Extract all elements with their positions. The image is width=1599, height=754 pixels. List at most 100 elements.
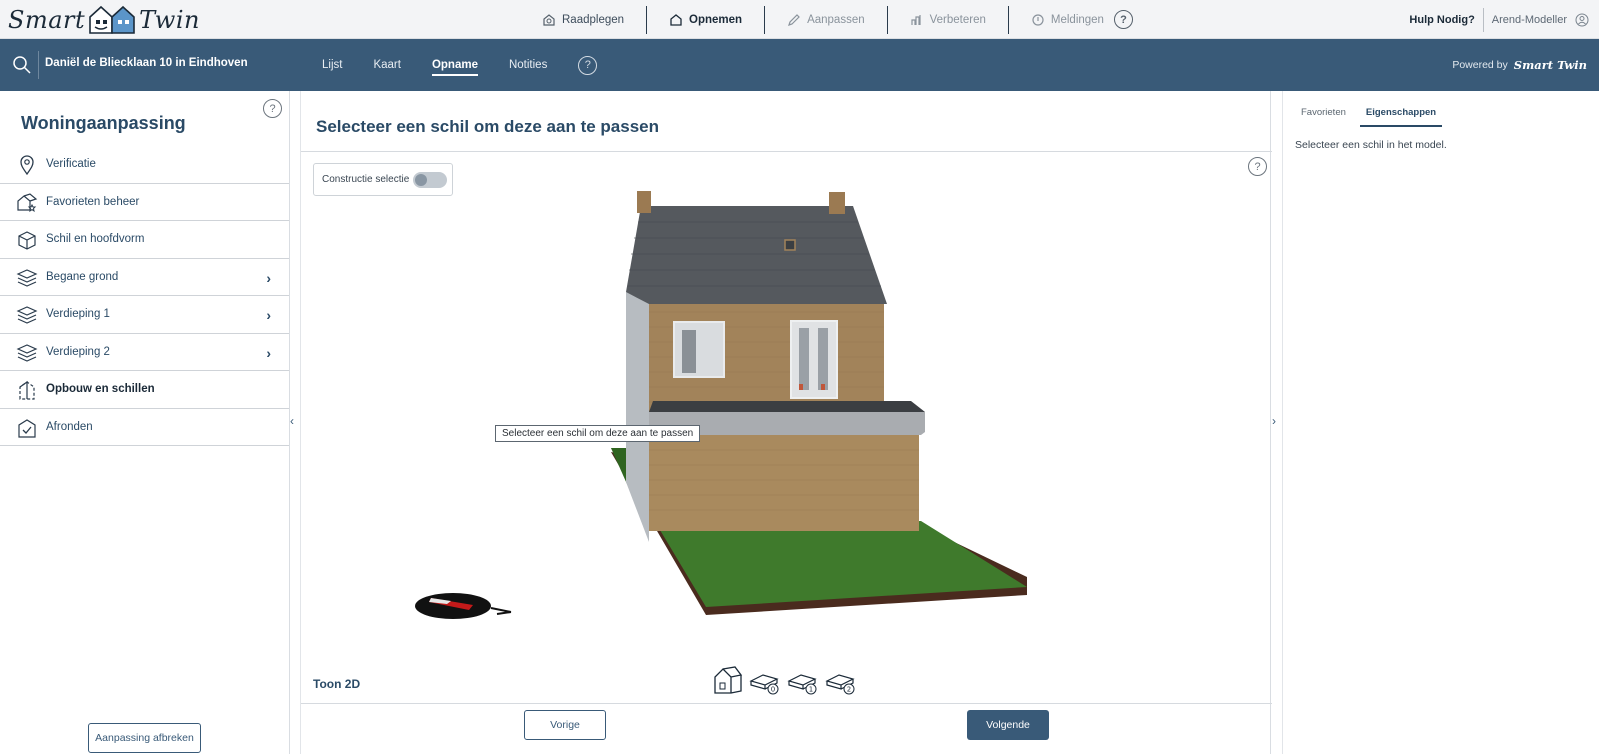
location-pin-icon	[20, 155, 34, 176]
powered-by-label: Powered by	[1452, 59, 1508, 71]
chimney-right	[829, 192, 845, 214]
user-name: Arend-Modeller	[1491, 13, 1567, 26]
step-label: Afronden	[46, 420, 93, 433]
step-begane-grond[interactable]: Begane grond ›	[0, 259, 289, 296]
step-label: Verdieping 2	[46, 345, 110, 358]
abort-button[interactable]: Aanpassing afbreken	[88, 723, 201, 753]
extension-wall	[649, 435, 919, 531]
step-opbouw-en-schillen[interactable]: Opbouw en schillen	[0, 371, 289, 409]
roof	[626, 206, 887, 304]
tab-eigenschappen[interactable]: Eigenschappen	[1359, 105, 1443, 127]
step-verdieping-2[interactable]: Verdieping 2 ›	[0, 334, 289, 371]
properties-tabs: Favorieten Eigenschappen	[1295, 105, 1450, 127]
improve-icon	[911, 14, 921, 25]
tab-kaart[interactable]: Kaart	[373, 59, 401, 71]
floor-0-button[interactable]: 0	[747, 663, 785, 697]
cube-icon	[18, 231, 36, 250]
floor-2-button[interactable]: 2	[823, 663, 861, 697]
step-label: Favorieten beheer	[46, 195, 140, 208]
help-link[interactable]: Hulp Nodig?	[1409, 7, 1484, 32]
3d-viewer[interactable]	[301, 152, 1272, 712]
main-content: Selecteer een schil om deze aan te passe…	[300, 91, 1272, 754]
divider	[301, 703, 1272, 704]
house-side-wall	[626, 292, 649, 542]
tabs-help-icon[interactable]: ?	[578, 55, 598, 75]
panel-title: Woningaanpassing	[21, 113, 186, 133]
chevron-right-icon[interactable]: ›	[266, 307, 271, 323]
window-left	[673, 321, 725, 378]
nav-label: Aanpassen	[807, 13, 865, 26]
house-build-icon	[19, 380, 35, 400]
extension-roof	[649, 401, 925, 412]
right-panel: Favorieten Eigenschappen Selecteer een s…	[1282, 91, 1599, 754]
view-tabs: Lijst Kaart Opname Notities ?	[322, 39, 598, 91]
properties-hint: Selecteer een schil in het model.	[1295, 139, 1447, 151]
construction-toggle[interactable]	[413, 171, 448, 188]
tab-lijst[interactable]: Lijst	[322, 59, 342, 71]
floor-all-button[interactable]	[709, 663, 747, 697]
floor-selector: 0 1 2	[709, 663, 861, 697]
main-nav: Raadplegen Opnemen Aanpassen Verbeteren …	[520, 0, 1141, 39]
chevron-right-icon[interactable]: ›	[266, 270, 271, 286]
compass-icon[interactable]	[415, 593, 512, 619]
layers-icon	[16, 306, 38, 324]
nav-raadplegen[interactable]: Raadplegen	[520, 5, 648, 34]
logo-house-icon	[89, 5, 135, 34]
previous-button[interactable]: Vorige	[524, 710, 606, 740]
collapse-left-icon[interactable]: ‹	[290, 414, 294, 428]
tab-opname[interactable]: Opname	[431, 59, 478, 76]
step-verdieping-1[interactable]: Verdieping 1 ›	[0, 296, 289, 334]
search-house-icon	[543, 13, 555, 26]
step-schil-en-hoofdvorm[interactable]: Schil en hoofdvorm	[0, 221, 289, 259]
floor-badge: 0	[771, 686, 775, 694]
logo-text-left: Smart	[8, 6, 86, 34]
topnav-help-icon[interactable]: ?	[1113, 10, 1133, 29]
search-icon[interactable]	[12, 55, 32, 75]
construction-label: Constructie selectie	[322, 174, 410, 185]
app-logo[interactable]: Smart Twin	[8, 3, 200, 37]
page-title: Selecteer een schil om deze aan te passe…	[316, 117, 659, 136]
nav-opnemen[interactable]: Opnemen	[647, 5, 766, 34]
alert-icon	[1032, 13, 1044, 26]
check-box-icon	[18, 418, 36, 438]
floor-icon: 2	[825, 674, 855, 695]
chevron-right-icon[interactable]: ›	[266, 345, 271, 361]
left-panel: Woningaanpassing ? Verificatie Favoriete…	[0, 91, 290, 754]
collapse-right-icon[interactable]: ›	[1272, 414, 1276, 428]
step-list: Verificatie Favorieten beheer Schil en h…	[0, 146, 289, 446]
step-afronden[interactable]: Afronden	[0, 409, 289, 446]
logo-text-right: Twin	[139, 6, 200, 34]
top-right: Hulp Nodig? Arend-Modeller	[1409, 0, 1589, 39]
window-door	[790, 320, 838, 399]
house-3d-icon	[714, 666, 743, 694]
nav-label: Meldingen	[1050, 13, 1104, 26]
divider	[38, 51, 39, 79]
step-verificatie[interactable]: Verificatie	[0, 146, 289, 184]
step-label: Schil en hoofdvorm	[46, 233, 145, 246]
construction-selection[interactable]: Constructie selectie	[313, 163, 453, 196]
favorite-house-icon	[17, 192, 38, 212]
tab-notities[interactable]: Notities	[509, 59, 547, 71]
user-icon	[1575, 13, 1589, 26]
step-label: Opbouw en schillen	[46, 383, 155, 396]
floor-1-button[interactable]: 1	[785, 663, 823, 697]
nav-verbeteren[interactable]: Verbeteren	[888, 5, 1009, 34]
edit-icon	[788, 13, 800, 26]
powered-by: Powered by Smart Twin	[1452, 58, 1587, 72]
house-icon	[670, 13, 682, 26]
show-2d-link[interactable]: Toon 2D	[313, 677, 360, 691]
viewer-help-icon[interactable]: ?	[1248, 157, 1267, 176]
powered-by-brand: Smart Twin	[1513, 58, 1587, 72]
chimney-left	[637, 191, 651, 213]
nav-aanpassen[interactable]: Aanpassen	[765, 5, 888, 34]
user-menu[interactable]: Arend-Modeller	[1484, 13, 1589, 27]
next-button[interactable]: Volgende	[967, 710, 1049, 740]
left-help-icon[interactable]: ?	[263, 99, 282, 118]
tab-favorieten[interactable]: Favorieten	[1295, 105, 1352, 127]
step-label: Begane grond	[46, 270, 119, 283]
nav-label: Opnemen	[689, 13, 743, 26]
step-favorieten-beheer[interactable]: Favorieten beheer	[0, 184, 289, 221]
nav-label: Raadplegen	[562, 13, 625, 26]
roof-window	[784, 239, 796, 251]
nav-meldingen[interactable]: Meldingen ?	[1009, 6, 1141, 34]
